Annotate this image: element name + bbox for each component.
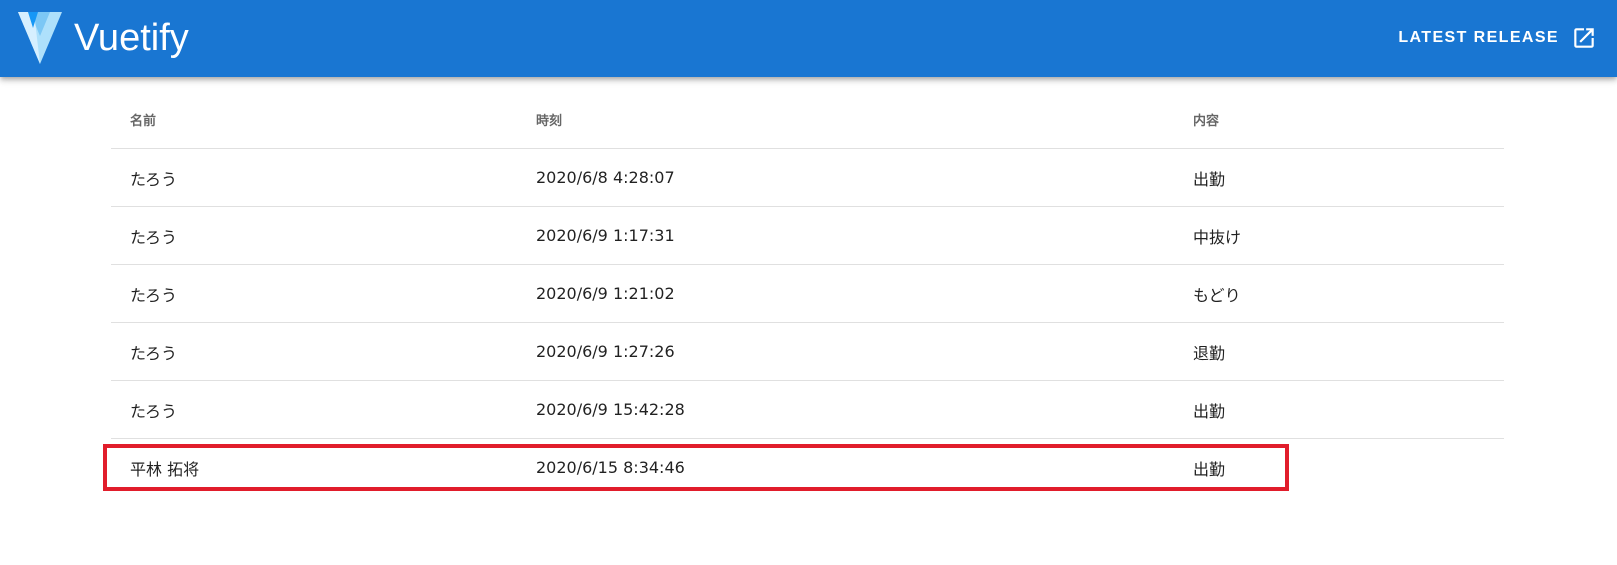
cell-name: たろう [111, 148, 517, 207]
cell-time: 2020/6/8 4:28:07 [517, 148, 1174, 207]
app-title: Vuetify [74, 17, 189, 59]
app-bar: Vuetify LATEST RELEASE [0, 0, 1617, 77]
table-row[interactable]: たろう 2020/6/9 15:42:28 出勤 [111, 380, 1504, 439]
cell-time: 2020/6/15 8:34:46 [536, 458, 685, 477]
cell-time: 2020/6/9 1:27:26 [517, 322, 1174, 381]
latest-release-label: LATEST RELEASE [1398, 29, 1559, 46]
cell-content: 出勤 [1193, 459, 1226, 479]
cell-content: 退勤 [1174, 322, 1504, 381]
cell-time: 2020/6/9 1:17:31 [517, 206, 1174, 265]
cell-content: 出勤 [1174, 380, 1504, 439]
table-row[interactable]: たろう 2020/6/9 1:21:02 もどり [111, 264, 1504, 323]
cell-name: たろう [111, 264, 517, 323]
cell-content: もどり [1174, 264, 1504, 323]
cell-name: たろう [111, 380, 517, 439]
open-in-new-icon [1574, 28, 1594, 48]
table-header-row: 名前 時刻 内容 [111, 90, 1504, 149]
cell-content: 中抜け [1174, 206, 1504, 265]
cell-name: たろう [111, 322, 517, 381]
cell-name: たろう [111, 206, 517, 265]
cell-content: 出勤 [1174, 148, 1504, 207]
column-header-name[interactable]: 名前 [111, 90, 517, 149]
table-row[interactable]: たろう 2020/6/8 4:28:07 出勤 [111, 148, 1504, 207]
data-table: 名前 時刻 内容 たろう 2020/6/8 4:28:07 出勤 たろう 202… [111, 90, 1504, 496]
column-header-content[interactable]: 内容 [1174, 90, 1504, 149]
cell-time: 2020/6/9 1:21:02 [517, 264, 1174, 323]
table-row[interactable]: たろう 2020/6/9 1:27:26 退勤 [111, 322, 1504, 381]
latest-release-button[interactable]: LATEST RELEASE [1388, 20, 1603, 56]
table-row-highlighted[interactable]: 平林 拓将 2020/6/15 8:34:46 出勤 [111, 439, 1504, 497]
table-row[interactable]: たろう 2020/6/9 1:17:31 中抜け [111, 206, 1504, 265]
cell-time: 2020/6/9 15:42:28 [517, 380, 1174, 439]
vuetify-logo-icon [18, 12, 62, 64]
column-header-time[interactable]: 時刻 [517, 90, 1174, 149]
cell-name: 平林 拓将 [130, 459, 200, 479]
